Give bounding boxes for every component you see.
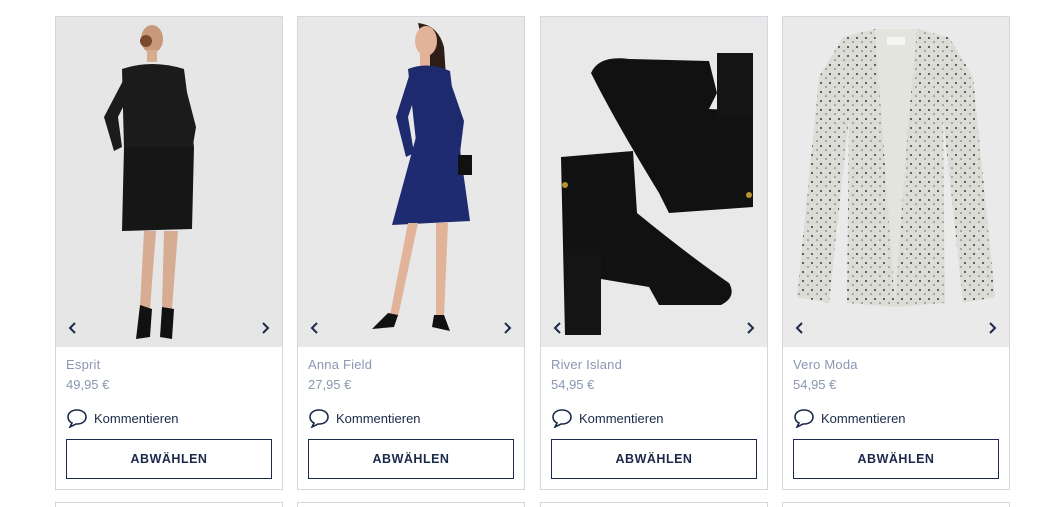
comment-label: Kommentieren [336, 410, 421, 426]
previous-image-button[interactable] [547, 317, 569, 339]
chevron-right-icon [504, 322, 512, 334]
next-image-button[interactable] [739, 317, 761, 339]
product-card-partial[interactable] [782, 502, 1010, 507]
chevron-right-icon [262, 322, 270, 334]
comment-label: Kommentieren [94, 410, 179, 426]
product-card[interactable]: River Island 54,95 € Kommentieren ABWÄHL… [540, 16, 768, 490]
deselect-button[interactable]: ABWÄHLEN [551, 439, 757, 479]
product-card[interactable]: Esprit 49,95 € Kommentieren ABWÄHLEN [55, 16, 283, 490]
product-image[interactable] [298, 17, 524, 347]
speech-bubble-icon [552, 409, 572, 428]
comment-label: Kommentieren [821, 410, 906, 426]
chevron-right-icon [989, 322, 997, 334]
product-image[interactable] [56, 17, 282, 347]
chevron-right-icon [747, 322, 755, 334]
chevron-left-icon [795, 322, 803, 334]
speech-bubble-icon [67, 409, 87, 428]
chevron-left-icon [310, 322, 318, 334]
comment-label: Kommentieren [579, 410, 664, 426]
deselect-button[interactable]: ABWÄHLEN [793, 439, 999, 479]
next-image-button[interactable] [981, 317, 1003, 339]
product-card[interactable]: Vero Moda 54,95 € Kommentieren ABWÄHLEN [782, 16, 1010, 490]
product-brand[interactable]: Anna Field [308, 357, 372, 372]
product-brand[interactable]: Vero Moda [793, 357, 858, 372]
chevron-left-icon [553, 322, 561, 334]
comment-link[interactable]: Kommentieren [551, 408, 664, 428]
next-image-button[interactable] [254, 317, 276, 339]
comment-link[interactable]: Kommentieren [793, 408, 906, 428]
chevron-left-icon [68, 322, 76, 334]
previous-image-button[interactable] [62, 317, 84, 339]
comment-link[interactable]: Kommentieren [66, 408, 179, 428]
previous-image-button[interactable] [789, 317, 811, 339]
product-price: 54,95 € [551, 377, 595, 392]
product-image[interactable] [541, 17, 767, 347]
deselect-button[interactable]: ABWÄHLEN [308, 439, 514, 479]
product-card[interactable]: Anna Field 27,95 € Kommentieren ABWÄHLEN [297, 16, 525, 490]
product-price: 54,95 € [793, 377, 837, 392]
product-brand[interactable]: River Island [551, 357, 622, 372]
product-brand[interactable]: Esprit [66, 357, 100, 372]
product-card-partial[interactable] [55, 502, 283, 507]
product-image[interactable] [783, 17, 1009, 347]
next-image-button[interactable] [496, 317, 518, 339]
product-price: 27,95 € [308, 377, 352, 392]
speech-bubble-icon [794, 409, 814, 428]
comment-link[interactable]: Kommentieren [308, 408, 421, 428]
product-card-partial[interactable] [297, 502, 525, 507]
product-card-partial[interactable] [540, 502, 768, 507]
previous-image-button[interactable] [304, 317, 326, 339]
deselect-button[interactable]: ABWÄHLEN [66, 439, 272, 479]
product-grid: Esprit 49,95 € Kommentieren ABWÄHLEN Ann… [0, 0, 1056, 507]
speech-bubble-icon [309, 409, 329, 428]
product-price: 49,95 € [66, 377, 110, 392]
